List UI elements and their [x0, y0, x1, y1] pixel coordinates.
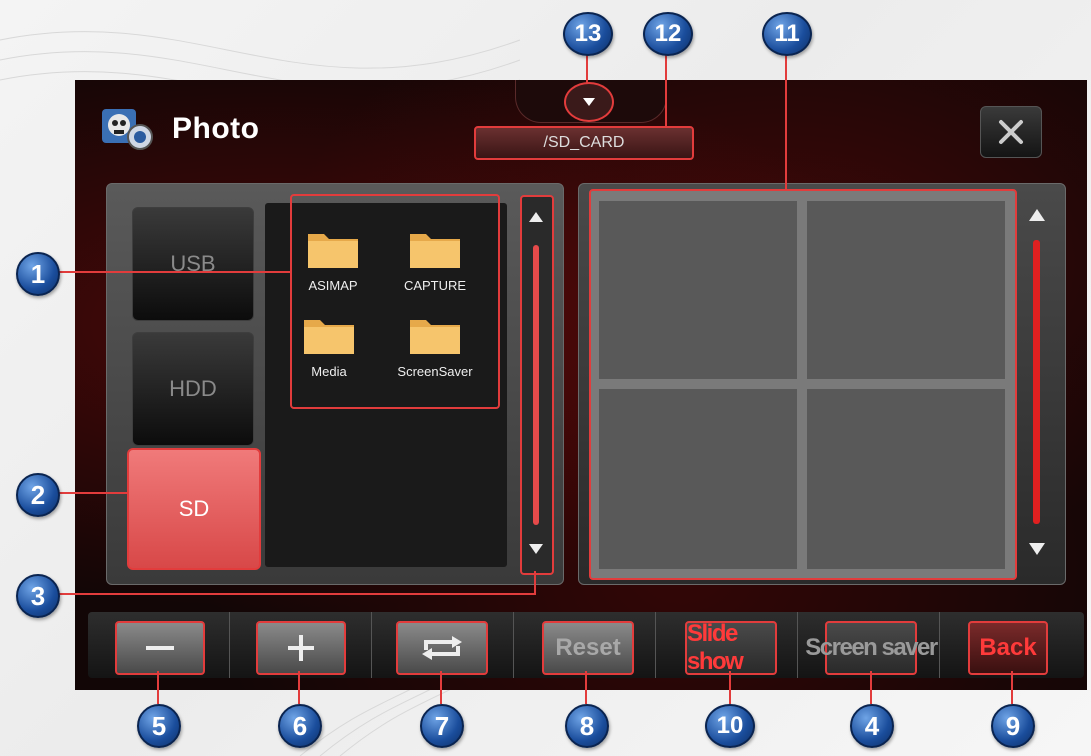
callout-badge: 11 [762, 12, 812, 56]
callout-badge: 1 [16, 252, 60, 296]
callout-badge: 5 [137, 704, 181, 748]
thumbnail-grid [589, 189, 1017, 580]
source-hdd-button[interactable]: HDD [132, 332, 254, 446]
folder-item[interactable]: CAPTURE [390, 226, 480, 306]
photo-app-icon [102, 109, 153, 150]
triangle-up-icon[interactable] [1028, 208, 1046, 222]
callout-badge: 13 [563, 12, 613, 56]
callout-badge: 3 [16, 574, 60, 618]
folder-item[interactable]: Media [284, 312, 374, 392]
source-sd-button[interactable]: SD [127, 448, 261, 570]
plus-icon [288, 635, 314, 661]
source-usb-button[interactable]: USB [132, 207, 254, 321]
triangle-down-icon [583, 98, 595, 106]
reset-label: Reset [555, 634, 621, 661]
slide-show-button[interactable]: Slide show [685, 620, 777, 675]
close-icon [999, 120, 1023, 144]
callout-line [534, 571, 536, 595]
folder-name: CAPTURE [403, 278, 467, 293]
reset-button[interactable]: Reset [542, 621, 634, 675]
scrollbar-track[interactable] [533, 245, 539, 525]
callout-line [55, 593, 535, 595]
callout-line [870, 671, 872, 704]
rotate-icon [422, 636, 462, 660]
callout-line [729, 671, 731, 704]
close-button[interactable] [980, 106, 1042, 158]
callout-line [55, 492, 128, 494]
source-hdd-label: HDD [169, 376, 217, 401]
callout-badge: 12 [643, 12, 693, 56]
triangle-up-icon[interactable] [528, 211, 544, 223]
triangle-down-icon[interactable] [1028, 542, 1046, 556]
folder-item[interactable]: ScreenSaver [390, 312, 480, 392]
callout-line [585, 671, 587, 704]
callout-line [665, 50, 667, 126]
thumbnail-slot[interactable] [599, 201, 797, 379]
rotate-button[interactable] [396, 621, 488, 675]
callout-line [157, 671, 159, 704]
current-path: /SD_CARD [474, 126, 694, 160]
folder-icon [410, 320, 460, 354]
back-label: Back [979, 634, 1037, 661]
callout-badge: 6 [278, 704, 322, 748]
zoom-in-button[interactable] [256, 621, 346, 675]
slide-show-label: Slide show [687, 620, 744, 675]
folder-scrollbar[interactable] [520, 195, 554, 575]
callout-line [298, 671, 300, 704]
folder-name: Media [311, 364, 347, 379]
thumbnail-scrollbar-track[interactable] [1033, 240, 1040, 524]
callout-line [1011, 671, 1013, 704]
parent-folder-button[interactable] [564, 82, 614, 122]
folder-name: ASIMAP [308, 278, 358, 293]
callout-badge: 4 [850, 704, 894, 748]
callout-badge: 8 [565, 704, 609, 748]
callout-line [440, 671, 442, 704]
triangle-down-icon[interactable] [528, 543, 544, 555]
source-usb-label: USB [170, 251, 216, 276]
callout-line [55, 271, 291, 273]
callout-badge: 7 [420, 704, 464, 748]
thumbnail-slot[interactable] [599, 389, 797, 569]
app-title: Photo [172, 112, 260, 145]
thumbnail-slot[interactable] [807, 389, 1005, 569]
zoom-out-button[interactable] [115, 621, 205, 675]
folder-icon [410, 234, 460, 268]
callout-line [785, 50, 787, 190]
thumbnail-slot[interactable] [807, 201, 1005, 379]
folder-icon [304, 320, 354, 354]
minus-icon [146, 646, 174, 650]
screen-saver-label: Screen saver [805, 634, 938, 661]
folder-item[interactable]: ASIMAP [288, 226, 378, 306]
source-sd-label: SD [178, 496, 210, 521]
callout-badge: 10 [705, 704, 755, 748]
back-button[interactable]: Back [968, 621, 1048, 675]
callout-badge: 2 [16, 473, 60, 517]
folder-name: ScreenSaver [397, 364, 473, 379]
folder-icon [308, 234, 358, 268]
screen-saver-button[interactable]: Screen saver [805, 621, 938, 675]
callout-badge: 9 [991, 704, 1035, 748]
